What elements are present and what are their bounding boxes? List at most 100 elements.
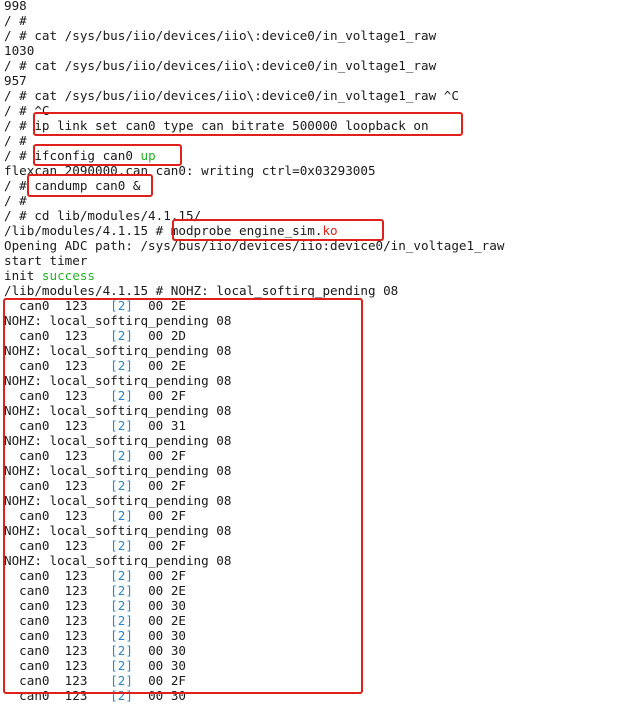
terminal-line: / # cat /sys/bus/iio/devices/iio\:device… xyxy=(4,28,436,43)
terminal-text: can0 123 xyxy=(4,643,111,658)
terminal-text: NOHZ: local_softirq_pending 08 xyxy=(4,343,232,358)
terminal-line: / # ifconfig can0 up xyxy=(4,148,156,163)
colored-text-blue: [2] xyxy=(110,328,133,343)
colored-text-green: success xyxy=(41,268,95,283)
terminal-line: / # ^C xyxy=(4,103,50,118)
terminal-text: can0 123 xyxy=(4,538,111,553)
terminal-text: NOHZ: local_softirq_pending 08 xyxy=(4,523,232,538)
terminal-text: start timer xyxy=(4,253,88,268)
terminal-line: can0 123 [2] 00 2F xyxy=(4,538,186,553)
terminal-text: can0 123 xyxy=(4,613,111,628)
terminal-line: NOHZ: local_softirq_pending 08 xyxy=(4,433,231,448)
colored-text-blue: [2] xyxy=(110,658,133,673)
terminal-text: init xyxy=(4,268,42,283)
terminal-line: / # cd lib/modules/4.1.15/ xyxy=(4,208,201,223)
terminal-text: / # xyxy=(4,193,27,208)
terminal-line: / # xyxy=(4,133,27,148)
terminal-text: can0 123 xyxy=(4,628,111,643)
terminal-text: can0 123 xyxy=(4,388,111,403)
terminal-text: NOHZ: local_softirq_pending 08 xyxy=(4,433,232,448)
terminal-text: 00 2F xyxy=(132,388,186,403)
terminal-text: /lib/modules/4.1.15 # NOHZ: local_softir… xyxy=(4,283,399,298)
terminal-text: can0 123 xyxy=(4,358,111,373)
colored-text-blue: [2] xyxy=(110,643,133,658)
colored-text-blue: [2] xyxy=(110,613,133,628)
terminal-line: / # cat /sys/bus/iio/devices/iio\:device… xyxy=(4,58,436,73)
terminal-text: can0 123 xyxy=(4,658,111,673)
terminal-line: NOHZ: local_softirq_pending 08 xyxy=(4,313,231,328)
terminal-line: can0 123 [2] 00 2D xyxy=(4,328,186,343)
terminal-text: 00 2F xyxy=(132,568,186,583)
terminal-text: 00 30 xyxy=(132,628,186,643)
terminal-text: 998 xyxy=(4,0,27,13)
terminal-text: 00 2F xyxy=(132,448,186,463)
terminal-text: 957 xyxy=(4,73,27,88)
terminal-text: / # ip link set can0 type can bitrate 50… xyxy=(4,118,429,133)
terminal-line: / # xyxy=(4,13,27,28)
terminal-text: /lib/modules/4.1.15 # modprobe engine_si… xyxy=(4,223,323,238)
colored-text-blue: [2] xyxy=(110,448,133,463)
terminal-text: can0 123 xyxy=(4,673,111,688)
colored-text-red: ko xyxy=(322,223,338,238)
terminal-line: can0 123 [2] 00 30 xyxy=(4,643,186,658)
terminal-line: / # ip link set can0 type can bitrate 50… xyxy=(4,118,429,133)
terminal-line: can0 123 [2] 00 30 xyxy=(4,628,186,643)
terminal-text: can0 123 xyxy=(4,688,111,703)
colored-text-blue: [2] xyxy=(110,538,133,553)
terminal-line: can0 123 [2] 00 2E xyxy=(4,583,186,598)
terminal-text: can0 123 xyxy=(4,448,111,463)
terminal-text: 00 2D xyxy=(132,328,186,343)
terminal-text: 00 31 xyxy=(132,418,186,433)
terminal-line: /lib/modules/4.1.15 # NOHZ: local_softir… xyxy=(4,283,398,298)
terminal-line: /lib/modules/4.1.15 # modprobe engine_si… xyxy=(4,223,338,238)
colored-text-blue: [2] xyxy=(110,628,133,643)
terminal-text: 00 2F xyxy=(132,673,186,688)
terminal-text: 00 2E xyxy=(132,358,186,373)
terminal-window[interactable]: 998/ # / # cat /sys/bus/iio/devices/iio\:… xyxy=(0,0,640,707)
terminal-line: / # cat /sys/bus/iio/devices/iio\:device… xyxy=(4,88,459,103)
terminal-text: can0 123 xyxy=(4,298,111,313)
colored-text-blue: [2] xyxy=(110,688,133,703)
terminal-line: can0 123 [2] 00 2F xyxy=(4,448,186,463)
terminal-line: init success xyxy=(4,268,95,283)
terminal-text: NOHZ: local_softirq_pending 08 xyxy=(4,373,232,388)
terminal-line: 1030 xyxy=(4,43,34,58)
terminal-line: flexcan 2090000.can can0: writing ctrl=0… xyxy=(4,163,376,178)
terminal-line: can0 123 [2] 00 30 xyxy=(4,598,186,613)
terminal-text: 00 30 xyxy=(132,658,186,673)
terminal-line: can0 123 [2] 00 2F xyxy=(4,568,186,583)
terminal-text: can0 123 xyxy=(4,328,111,343)
terminal-text: NOHZ: local_softirq_pending 08 xyxy=(4,463,232,478)
terminal-text: 00 2E xyxy=(132,298,186,313)
terminal-text: NOHZ: local_softirq_pending 08 xyxy=(4,493,232,508)
terminal-text: / # candump can0 & xyxy=(4,178,141,193)
terminal-line: NOHZ: local_softirq_pending 08 xyxy=(4,403,231,418)
terminal-text: / # ifconfig can0 xyxy=(4,148,141,163)
terminal-text: 00 2F xyxy=(132,538,186,553)
terminal-text: 00 2F xyxy=(132,508,186,523)
terminal-text: flexcan 2090000.can can0: writing ctrl=0… xyxy=(4,163,376,178)
terminal-text: NOHZ: local_softirq_pending 08 xyxy=(4,313,232,328)
colored-text-blue: [2] xyxy=(110,598,133,613)
terminal-line: can0 123 [2] 00 2F xyxy=(4,508,186,523)
terminal-line: can0 123 [2] 00 2E xyxy=(4,298,186,313)
terminal-text: 00 30 xyxy=(132,643,186,658)
colored-text-blue: [2] xyxy=(110,673,133,688)
terminal-text: 00 2E xyxy=(132,613,186,628)
colored-text-blue: [2] xyxy=(110,583,133,598)
terminal-line: / # xyxy=(4,193,27,208)
terminal-text: 00 2F xyxy=(132,478,186,493)
terminal-text: / # cat /sys/bus/iio/devices/iio\:device… xyxy=(4,58,437,73)
terminal-text: can0 123 xyxy=(4,598,111,613)
terminal-text: can0 123 xyxy=(4,478,111,493)
terminal-text: / # xyxy=(4,13,27,28)
terminal-line: can0 123 [2] 00 30 xyxy=(4,688,186,703)
terminal-text: Opening ADC path: /sys/bus/iio/devices/i… xyxy=(4,238,505,253)
terminal-line: can0 123 [2] 00 2F xyxy=(4,478,186,493)
terminal-line: NOHZ: local_softirq_pending 08 xyxy=(4,553,231,568)
terminal-text: / # cat /sys/bus/iio/devices/iio\:device… xyxy=(4,28,437,43)
terminal-line: can0 123 [2] 00 2F xyxy=(4,673,186,688)
terminal-line: Opening ADC path: /sys/bus/iio/devices/i… xyxy=(4,238,504,253)
terminal-line: / # candump can0 & xyxy=(4,178,140,193)
terminal-line: NOHZ: local_softirq_pending 08 xyxy=(4,523,231,538)
